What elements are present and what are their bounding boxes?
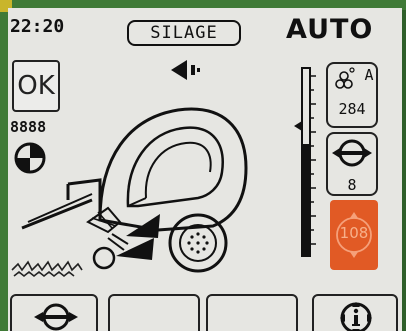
bale-density-gauge — [294, 67, 316, 257]
baler-diagram — [11, 107, 248, 278]
knife-count: 284 — [338, 100, 366, 118]
bale-sensor-icon — [14, 142, 46, 174]
softkey-3[interactable] — [206, 294, 298, 331]
bale-target-value: 108 — [339, 224, 369, 242]
arrow-left-icon — [171, 60, 200, 80]
softkey-info[interactable] — [312, 294, 398, 331]
knife-label: A — [364, 66, 374, 84]
crop-mode-label: SILAGE — [150, 23, 218, 43]
net-wrap-count: 8 — [347, 176, 357, 194]
net-wrap-icon — [34, 303, 78, 331]
clock: 22:20 — [10, 16, 65, 37]
net-wrap-icon — [332, 139, 372, 167]
info-icon — [340, 302, 372, 331]
crop-mode-selector[interactable]: SILAGE — [127, 20, 241, 46]
softkey-2[interactable] — [108, 294, 200, 331]
operating-mode-label: AUTO — [286, 14, 374, 45]
softkey-net-wrap[interactable] — [10, 294, 98, 331]
terminal-screen: 22:20 SILAGE AUTO OK 8888 A 284 8 108 — [8, 8, 402, 331]
